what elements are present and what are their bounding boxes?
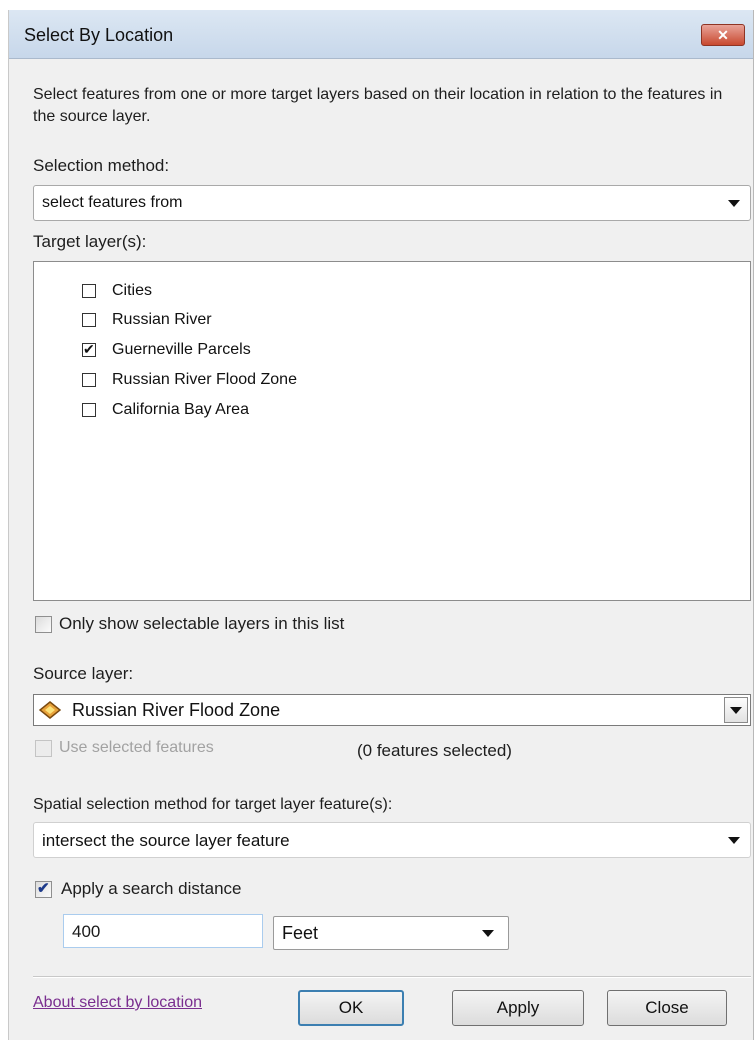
selection-method-label: Selection method: bbox=[33, 156, 170, 175]
target-layer-label: Russian River bbox=[112, 311, 212, 328]
features-selected-count: (0 features selected) bbox=[357, 741, 512, 760]
target-layer-label: Guerneville Parcels bbox=[112, 341, 251, 358]
target-layer-checkbox[interactable] bbox=[82, 403, 96, 417]
search-distance-checkbox[interactable]: ✔ bbox=[35, 880, 52, 898]
checkmark-icon: ✔ bbox=[83, 341, 95, 357]
select-by-location-dialog: Select By Location ✕ Select features fro… bbox=[8, 10, 754, 1040]
checkmark-icon: ✔ bbox=[37, 880, 50, 897]
chevron-down-icon bbox=[728, 200, 740, 207]
polygon-layer-icon bbox=[39, 701, 61, 719]
title-bar: Select By Location ✕ bbox=[9, 10, 753, 59]
footer-separator bbox=[33, 976, 751, 978]
close-button[interactable]: Close bbox=[607, 990, 727, 1026]
target-layer-checkbox[interactable] bbox=[82, 313, 96, 327]
target-layer-checkbox[interactable]: ✔ bbox=[82, 341, 96, 357]
source-layer-dropdown-button[interactable] bbox=[724, 697, 748, 723]
target-layer-label: Russian River Flood Zone bbox=[112, 371, 297, 388]
spatial-method-value: intersect the source layer feature bbox=[42, 831, 290, 850]
dialog-description: Select features from one or more target … bbox=[33, 86, 723, 125]
chevron-down-icon bbox=[730, 707, 742, 714]
close-icon: ✕ bbox=[717, 27, 729, 43]
target-layers-list[interactable]: Cities Russian River ✔ Guerneville Parce… bbox=[33, 261, 751, 601]
use-selected-label: Use selected features bbox=[59, 739, 214, 756]
close-window-button[interactable]: ✕ bbox=[701, 24, 745, 46]
search-distance-label: Apply a search distance bbox=[61, 879, 242, 898]
source-layer-label: Source layer: bbox=[33, 664, 134, 683]
spatial-method-dropdown[interactable]: intersect the source layer feature bbox=[33, 822, 751, 858]
search-distance-value: 400 bbox=[72, 922, 101, 941]
chevron-down-icon bbox=[728, 837, 740, 844]
target-layer-checkbox[interactable] bbox=[82, 284, 96, 298]
selection-method-dropdown[interactable]: select features from bbox=[33, 185, 751, 221]
ok-button[interactable]: OK bbox=[298, 990, 404, 1026]
target-layer-label: California Bay Area bbox=[112, 401, 249, 418]
target-layer-label: Cities bbox=[112, 282, 153, 299]
search-distance-input[interactable]: 400 bbox=[63, 914, 263, 948]
source-layer-value: Russian River Flood Zone bbox=[72, 700, 281, 720]
spatial-method-label: Spatial selection method for target laye… bbox=[33, 796, 393, 813]
distance-unit-dropdown[interactable]: Feet bbox=[273, 916, 509, 950]
about-select-by-location-link[interactable]: About select by location bbox=[33, 994, 202, 1012]
only-selectable-label: Only show selectable layers in this list bbox=[59, 614, 345, 633]
apply-button[interactable]: Apply bbox=[452, 990, 584, 1026]
use-selected-checkbox[interactable] bbox=[35, 740, 52, 757]
target-layer-checkbox[interactable] bbox=[82, 373, 96, 387]
source-layer-dropdown[interactable]: Russian River Flood Zone bbox=[33, 694, 751, 726]
target-layers-label: Target layer(s): bbox=[33, 232, 147, 251]
selection-method-value: select features from bbox=[42, 194, 183, 211]
only-selectable-checkbox[interactable] bbox=[35, 616, 52, 633]
dialog-title: Select By Location bbox=[24, 25, 174, 45]
distance-unit-value: Feet bbox=[282, 923, 319, 943]
chevron-down-icon bbox=[482, 930, 494, 937]
